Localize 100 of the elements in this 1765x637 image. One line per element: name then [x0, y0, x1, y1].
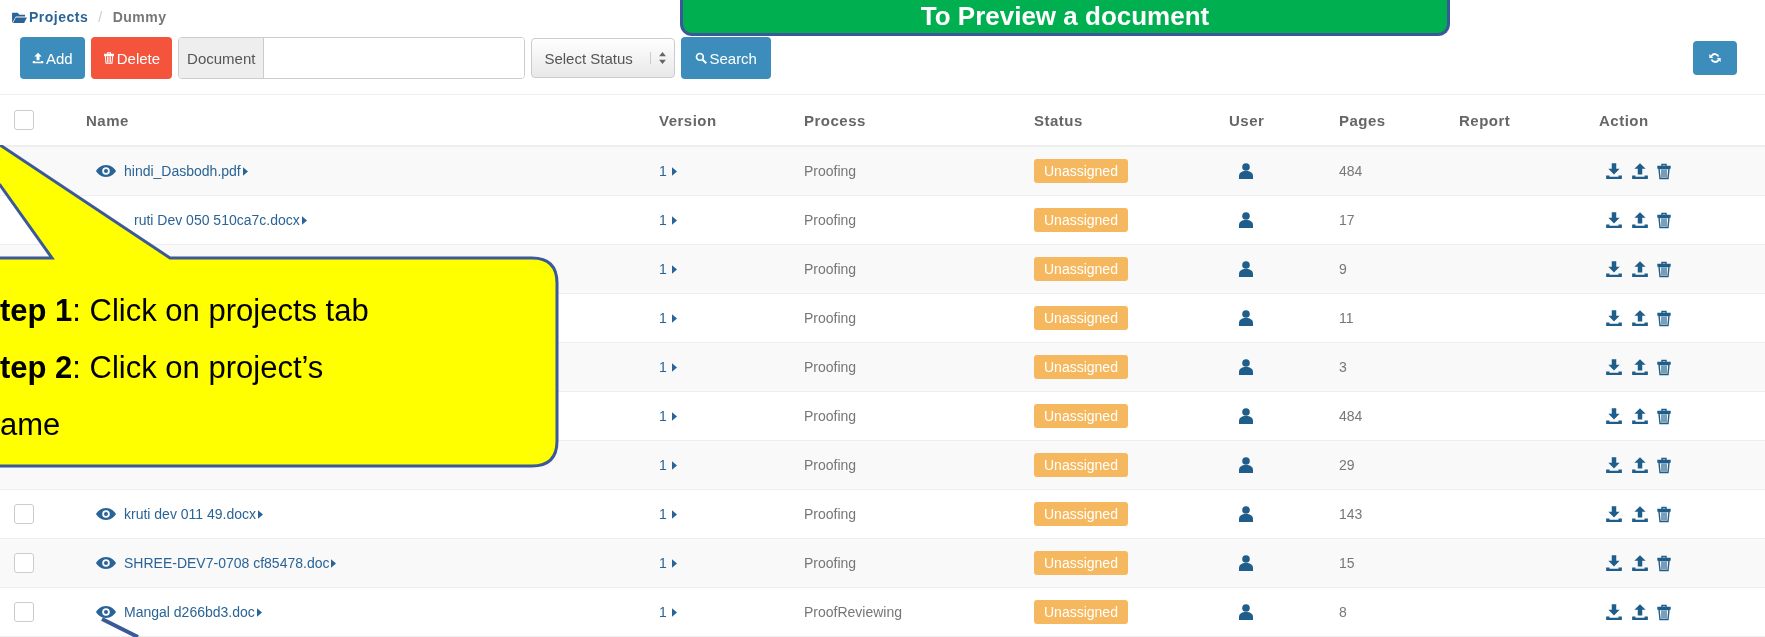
checkbox[interactable]: [14, 110, 34, 130]
process-text: Proofing: [804, 163, 857, 179]
caret-icon: [671, 607, 677, 617]
upload-icon: [1631, 505, 1649, 523]
download-icon: [1605, 260, 1623, 278]
download-icon: [1605, 211, 1623, 229]
caret-icon: [331, 558, 337, 568]
pages-text: 8: [1339, 604, 1347, 620]
status-label: Unassigned: [1034, 355, 1128, 379]
version-link[interactable]: 1: [659, 506, 667, 522]
trash-icon: [1657, 358, 1671, 376]
process-text: ProofReviewing: [804, 604, 903, 620]
breadcrumb-link[interactable]: Projects: [12, 9, 89, 25]
process-text: Proofing: [804, 261, 857, 277]
version-link[interactable]: 1: [659, 457, 667, 473]
document-link[interactable]: ruti Dev 050 510ca7c.docx: [134, 212, 300, 228]
user-icon: [1239, 604, 1253, 620]
column-header: Action: [1599, 111, 1649, 129]
status-label: Unassigned: [1034, 551, 1128, 575]
trash-icon: [1657, 211, 1671, 229]
user-icon: [1239, 310, 1253, 326]
column-header: Process: [804, 111, 866, 129]
column-header: Status: [1034, 111, 1083, 129]
column-header: Name: [86, 111, 129, 129]
version-link[interactable]: 1: [659, 604, 667, 620]
pages-text: 29: [1339, 457, 1355, 473]
folder-icon: [12, 10, 27, 24]
download-icon: [1605, 407, 1623, 425]
caret-icon: [671, 264, 677, 274]
add-button[interactable]: Add: [20, 37, 85, 79]
user-icon: [1239, 359, 1253, 375]
download-icon: [1605, 554, 1623, 572]
download-icon: [1605, 456, 1623, 474]
checkbox[interactable]: [14, 553, 34, 573]
download-icon: [1605, 309, 1623, 327]
upload-icon: [1631, 162, 1649, 180]
download-icon: [1605, 358, 1623, 376]
status-select[interactable]: Select Status: [531, 38, 676, 78]
version-link[interactable]: 1: [659, 555, 667, 571]
version-link[interactable]: 1: [659, 359, 667, 375]
user-icon: [1239, 212, 1253, 228]
version-link[interactable]: 1: [659, 408, 667, 424]
callout-text: tep 2: Click on project’s: [0, 349, 325, 387]
trash-icon: [1657, 407, 1671, 425]
download-icon: [1605, 162, 1623, 180]
trash-icon: [1657, 309, 1671, 327]
search-button[interactable]: Search: [681, 37, 771, 79]
callout-text: ame: [0, 406, 62, 444]
process-text: Proofing: [804, 359, 857, 375]
column-header: User: [1229, 111, 1265, 129]
document-label: Document: [179, 38, 265, 78]
process-text: Proofing: [804, 506, 857, 522]
user-icon: [1239, 408, 1253, 424]
upload-icon: [1631, 358, 1649, 376]
user-icon: [1239, 163, 1253, 179]
download-icon: [1605, 603, 1623, 621]
upload-icon: [1631, 260, 1649, 278]
user-icon: [1239, 457, 1253, 473]
delete-button[interactable]: Delete: [90, 37, 173, 79]
column-header: Version: [659, 111, 717, 129]
status-label: Unassigned: [1034, 404, 1128, 428]
document-link[interactable]: Mangal d266bd3.doc: [124, 604, 255, 620]
document-link[interactable]: hindi_Dasbodh.pdf: [124, 163, 241, 179]
upload-icon: [1631, 456, 1649, 474]
breadcrumb-separator: /: [98, 9, 103, 25]
refresh-icon: [1708, 51, 1722, 65]
status-label: Unassigned: [1034, 306, 1128, 330]
caret-icon: [671, 460, 677, 470]
caret-icon: [256, 607, 262, 617]
pages-text: 3: [1339, 359, 1347, 375]
trash-icon: [102, 52, 115, 64]
document-field[interactable]: Document: [178, 37, 526, 79]
pages-text: 484: [1339, 408, 1363, 424]
document-link[interactable]: SHREE-DEV7-0708 cf85478.doc: [124, 555, 330, 571]
status-label: Unassigned: [1034, 453, 1128, 477]
breadcrumb-current: Dummy: [112, 9, 167, 25]
version-link[interactable]: 1: [659, 163, 667, 179]
pages-text: 484: [1339, 163, 1363, 179]
instruction-banner: To Preview a document: [680, 0, 1450, 36]
status-label: Unassigned: [1034, 208, 1128, 232]
refresh-button[interactable]: [1693, 41, 1737, 75]
caret-icon: [301, 215, 307, 225]
trash-icon: [1657, 603, 1671, 621]
download-icon: [1605, 505, 1623, 523]
version-link[interactable]: 1: [659, 212, 667, 228]
version-link[interactable]: 1: [659, 310, 667, 326]
updown-arrows-icon: [650, 52, 667, 64]
caret-icon: [671, 313, 677, 323]
version-link[interactable]: 1: [659, 261, 667, 277]
checkbox[interactable]: [14, 602, 34, 622]
checkbox[interactable]: [14, 504, 34, 524]
upload-icon: [1631, 211, 1649, 229]
caret-icon: [671, 509, 677, 519]
process-text: Proofing: [804, 408, 857, 424]
column-header: Pages: [1339, 111, 1386, 129]
callout-text: tep 1: Click on projects tab: [0, 292, 370, 330]
document-link[interactable]: kruti dev 011 49.docx: [124, 506, 257, 522]
pages-text: 15: [1339, 555, 1355, 571]
status-label: Unassigned: [1034, 502, 1128, 526]
pages-text: 11: [1339, 310, 1354, 326]
